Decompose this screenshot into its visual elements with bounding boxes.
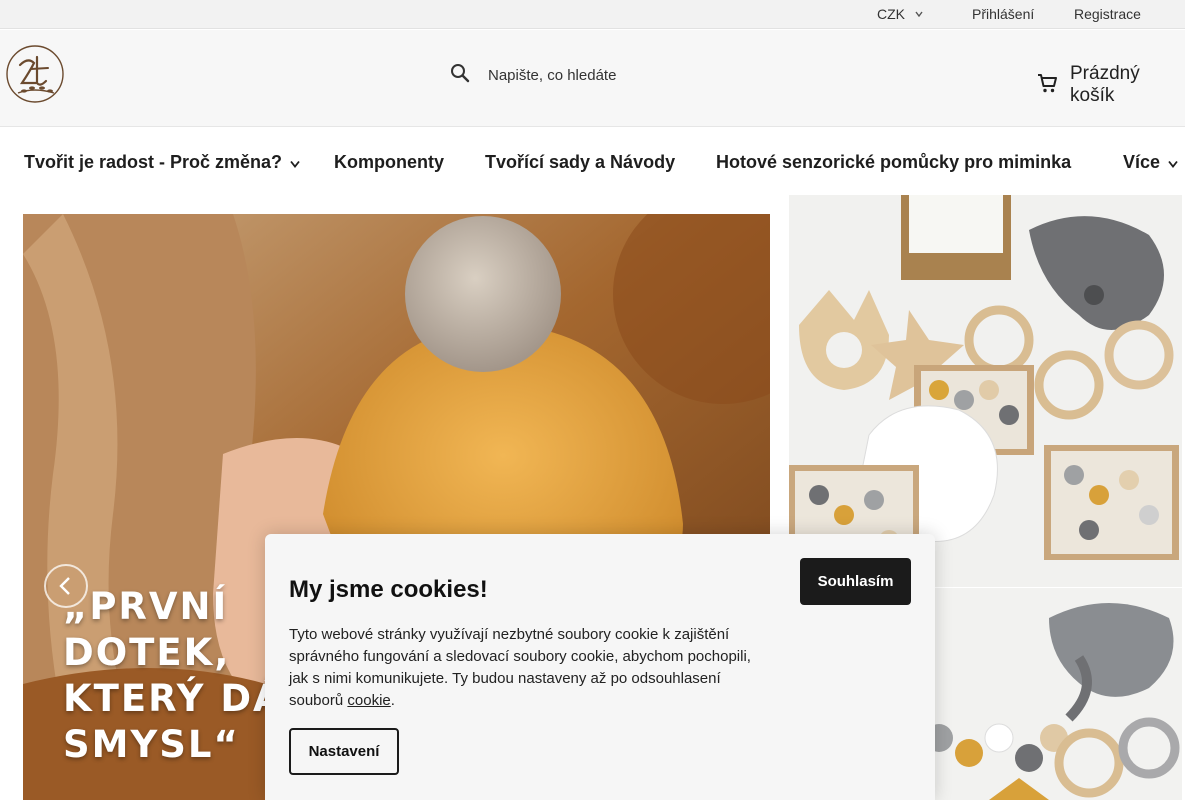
search-input[interactable]: Napište, co hledáte	[488, 67, 616, 84]
currency-label: CZK	[877, 6, 905, 22]
cookie-text: Tyto webové stránky využívají nezbytné s…	[289, 624, 769, 712]
chevron-down-icon	[915, 11, 923, 19]
nav-item-hotove-pomucky[interactable]: Hotové senzorické pomůcky pro miminka	[716, 152, 1071, 173]
nav-item-label: Tvořící sady a Návody	[485, 152, 676, 172]
cookie-policy-link[interactable]: cookie	[347, 692, 390, 709]
site-logo[interactable]	[4, 43, 66, 105]
accept-cookies-button[interactable]: Souhlasím	[800, 558, 911, 605]
cookie-text-end: .	[390, 692, 395, 709]
chevron-down-icon	[290, 152, 300, 173]
login-link[interactable]: Přihlášení	[972, 6, 1034, 22]
register-link[interactable]: Registrace	[1074, 6, 1141, 22]
header: Napište, co hledáte Prázdný košík	[0, 30, 1185, 127]
nav-item-vice[interactable]: Více	[1123, 152, 1178, 173]
search-icon[interactable]	[450, 63, 470, 88]
main-navigation: Tvořit je radost - Proč změna? Komponent…	[0, 128, 1185, 194]
cart-button[interactable]: Prázdný košík	[1036, 63, 1185, 107]
currency-selector[interactable]: CZK	[877, 6, 923, 22]
chevron-down-icon	[1168, 152, 1178, 173]
nav-item-tvorici-sady[interactable]: Tvořící sady a Návody	[485, 152, 675, 173]
top-bar: CZK Přihlášení Registrace	[0, 0, 1185, 29]
cart-label: Prázdný košík	[1070, 63, 1140, 106]
cookie-title: My jsme cookies!	[289, 576, 488, 603]
nav-item-tvorit[interactable]: Tvořit je radost - Proč změna?	[24, 152, 300, 173]
components-banner[interactable]	[789, 195, 1182, 587]
cookie-settings-button[interactable]: Nastavení	[289, 728, 399, 775]
nav-item-komponenty[interactable]: Komponenty	[334, 152, 444, 173]
cart-icon	[1036, 72, 1058, 99]
nav-item-label: Komponenty	[334, 152, 444, 172]
search-bar[interactable]: Napište, co hledáte	[450, 63, 616, 88]
nav-item-label: Více	[1123, 152, 1161, 172]
cookie-banner: Souhlasím My jsme cookies! Tyto webové s…	[265, 534, 935, 800]
nav-item-label: Tvořit je radost - Proč změna?	[24, 152, 283, 172]
nav-item-label: Hotové senzorické pomůcky pro miminka	[716, 152, 1072, 172]
